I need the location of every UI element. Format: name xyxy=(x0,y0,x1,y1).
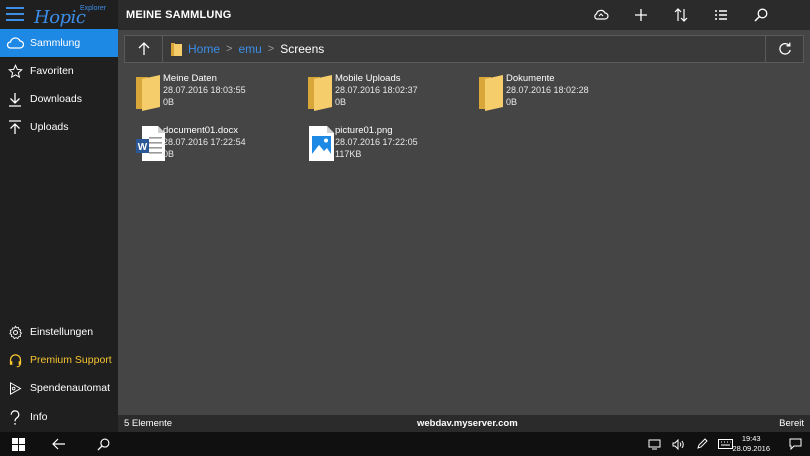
image-file-icon xyxy=(309,126,334,161)
file-date: 28.07.2016 18:03:55 xyxy=(163,85,246,95)
hamburger-menu-icon[interactable] xyxy=(6,7,24,23)
sidebar-item-uploads[interactable]: Uploads xyxy=(0,113,118,141)
star-icon xyxy=(0,63,30,79)
windows-start-icon[interactable] xyxy=(10,436,26,452)
file-size: 0B xyxy=(506,97,518,107)
sidebar-item-label: Spendenautomat xyxy=(30,382,110,394)
cloud-icon xyxy=(0,37,30,49)
file-item-document01[interactable]: W document01.docx 28.07.2016 17:22:54 0B xyxy=(136,125,301,163)
logo-subtitle: Explorer xyxy=(80,5,107,12)
refresh-button[interactable] xyxy=(765,36,803,62)
file-name: Mobile Uploads xyxy=(335,73,401,84)
pen-icon[interactable] xyxy=(694,436,710,452)
sidebar-item-label: Premium Support xyxy=(30,354,112,366)
donate-icon xyxy=(0,381,30,396)
search-icon[interactable] xyxy=(94,436,112,452)
sidebar-item-downloads[interactable]: Downloads xyxy=(0,85,118,113)
breadcrumb-emu[interactable]: emu xyxy=(238,42,261,56)
status-bar: 5 Elemente webdav.myserver.com Bereit xyxy=(118,415,810,432)
folder-icon xyxy=(479,75,503,111)
folder-icon xyxy=(171,42,182,56)
folder-item-mobile-uploads[interactable]: Mobile Uploads 28.07.2016 18:02:37 0B xyxy=(308,73,473,111)
sidebar-item-sammlung[interactable]: Sammlung xyxy=(0,29,118,57)
sidebar-item-label: Favoriten xyxy=(30,65,74,77)
sidebar-item-premium-support[interactable]: Premium Support xyxy=(0,346,118,374)
file-size: 0B xyxy=(163,149,175,159)
breadcrumb-current: Screens xyxy=(280,42,325,56)
file-item-picture01[interactable]: picture01.png 28.07.2016 17:22:05 117KB xyxy=(308,125,473,163)
question-icon xyxy=(0,409,30,425)
file-date: 28.07.2016 17:22:05 xyxy=(335,137,418,147)
system-clock[interactable]: 19:43 28.09.2016 xyxy=(732,434,770,454)
app-logo: Hopic Explorer xyxy=(34,2,116,28)
file-name: Dokumente xyxy=(506,73,555,84)
file-size: 117KB xyxy=(335,149,362,159)
header-bar: MEINE SAMMLUNG xyxy=(118,0,810,30)
volume-icon[interactable] xyxy=(670,436,686,452)
tablet-mode-icon[interactable] xyxy=(646,436,662,452)
sidebar-item-info[interactable]: Info xyxy=(0,403,118,431)
breadcrumb: Home > emu > Screens xyxy=(171,36,324,62)
cloud-sync-icon[interactable] xyxy=(590,5,612,25)
upload-icon xyxy=(0,119,30,135)
windows-taskbar: 19:43 28.09.2016 xyxy=(0,432,810,456)
file-date: 28.07.2016 18:02:28 xyxy=(506,85,589,95)
navigate-up-button[interactable] xyxy=(125,36,163,62)
path-bar: Home > emu > Screens xyxy=(124,35,804,63)
item-count: 5 Elemente xyxy=(124,418,173,429)
sidebar-item-label: Sammlung xyxy=(30,37,81,49)
file-name: Meine Daten xyxy=(163,73,217,84)
file-date: 28.07.2016 18:02:37 xyxy=(335,85,418,95)
sidebar-item-label: Downloads xyxy=(30,93,82,105)
keyboard-icon[interactable] xyxy=(716,436,734,452)
file-size: 0B xyxy=(335,97,347,107)
file-name: picture01.png xyxy=(335,125,393,136)
sidebar-item-spendenautomat[interactable]: Spendenautomat xyxy=(0,374,118,402)
gear-icon xyxy=(0,324,30,340)
chevron-right-icon: > xyxy=(226,43,233,55)
page-title: MEINE SAMMLUNG xyxy=(126,9,232,21)
refresh-icon xyxy=(778,42,791,55)
status-text: Bereit xyxy=(779,418,804,429)
search-icon[interactable] xyxy=(750,5,772,25)
arrow-up-icon xyxy=(138,42,149,55)
sidebar-item-einstellungen[interactable]: Einstellungen xyxy=(0,318,118,346)
headset-icon xyxy=(0,353,30,368)
file-name: document01.docx xyxy=(163,125,238,136)
word-document-icon: W xyxy=(136,126,165,161)
sidebar: Hopic Explorer Sammlung Favoriten Downlo… xyxy=(0,0,118,432)
clock-date: 28.09.2016 xyxy=(732,444,770,453)
sort-icon[interactable] xyxy=(670,5,692,25)
add-icon[interactable] xyxy=(630,5,652,25)
list-view-icon[interactable] xyxy=(710,5,732,25)
folder-icon xyxy=(136,75,160,111)
server-address: webdav.myserver.com xyxy=(417,418,518,429)
notification-icon[interactable] xyxy=(786,436,804,452)
clock-time: 19:43 xyxy=(741,434,761,443)
download-icon xyxy=(0,92,30,107)
main-panel: MEINE SAMMLUNG Home > emu > Screens Mein… xyxy=(118,0,810,432)
logo-text: Hopic xyxy=(34,7,86,28)
back-arrow-icon[interactable] xyxy=(50,436,68,452)
folder-item-dokumente[interactable]: Dokumente 28.07.2016 18:02:28 0B xyxy=(479,73,644,111)
sidebar-item-label: Uploads xyxy=(30,121,69,133)
folder-item-meine-daten[interactable]: Meine Daten 28.07.2016 18:03:55 0B xyxy=(136,73,301,111)
svg-text:W: W xyxy=(138,142,148,153)
sidebar-item-favoriten[interactable]: Favoriten xyxy=(0,57,118,85)
file-date: 28.07.2016 17:22:54 xyxy=(163,137,246,147)
folder-icon xyxy=(308,75,332,111)
sidebar-item-label: Einstellungen xyxy=(30,326,94,338)
sidebar-item-label: Info xyxy=(30,411,48,423)
file-size: 0B xyxy=(163,97,175,107)
breadcrumb-home[interactable]: Home xyxy=(188,42,220,56)
chevron-right-icon: > xyxy=(267,43,275,55)
